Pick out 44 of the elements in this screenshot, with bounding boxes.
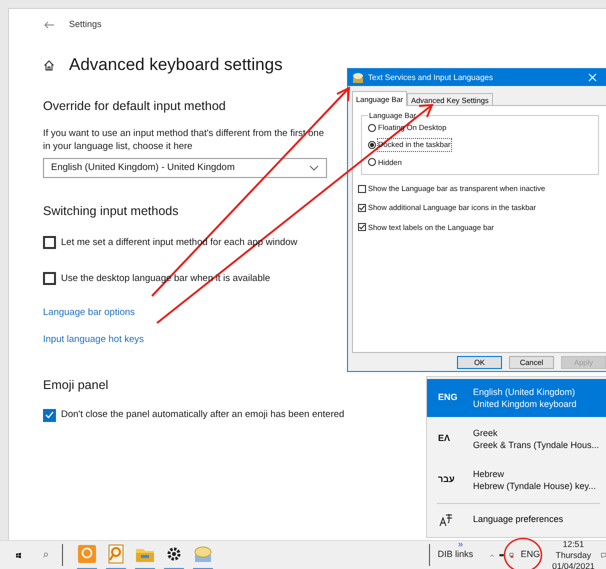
clock[interactable]: 12:51 Thursday 01/04/2021 [552, 538, 595, 569]
language-code: EΛ [437, 432, 452, 446]
magnifier-document-icon[interactable] [106, 544, 126, 564]
checkbox[interactable] [358, 184, 366, 193]
checkbox[interactable] [43, 272, 56, 286]
checkbox[interactable] [358, 204, 366, 212]
keyboard-name: Greek & Trans (Tyndale Hous... [473, 439, 600, 451]
language-code: עבר [437, 473, 456, 486]
language-code: ENG [437, 391, 459, 404]
link[interactable]: Language bar options [43, 307, 135, 318]
chevron-down-icon [309, 164, 319, 171]
page-title: Advanced keyboard settings [69, 54, 283, 76]
checkbox[interactable] [43, 408, 56, 422]
section-heading: Switching input methods [43, 202, 178, 220]
section-heading: Override for default input method [43, 98, 226, 115]
chevron-up-icon[interactable] [490, 552, 494, 558]
back-arrow-icon[interactable] [43, 20, 55, 30]
checkbox[interactable] [43, 236, 56, 250]
clock-day: Thursday [556, 550, 592, 561]
radio-button[interactable] [368, 124, 376, 132]
clock-time: 12:51 [562, 539, 584, 550]
radio-button[interactable] [368, 140, 376, 149]
link[interactable]: Input language hot keys [43, 334, 144, 346]
language-bar-app-icon [352, 72, 364, 84]
keyboard-name: Hebrew (Tyndale House) key... [473, 480, 596, 492]
link[interactable]: Language preferences [473, 513, 564, 527]
checkbox[interactable] [358, 223, 366, 232]
clock-date: 01/04/2021 [552, 561, 595, 569]
window-title: Settings [69, 18, 102, 32]
language-name: English (United Kingdom) [473, 386, 576, 398]
language-item[interactable]: ENG English (United Kingdom) United Kingdom keyboard [427, 379, 606, 417]
language-name: Greek [473, 427, 499, 439]
close-icon[interactable] [588, 73, 597, 82]
keyboard-name: United Kingdom keyboard [473, 398, 577, 410]
dropdown[interactable]: English (United Kingdom) - United Kingdom [43, 158, 327, 178]
language-icon [439, 513, 453, 527]
radio-button[interactable] [368, 158, 376, 166]
dialog-title: Text Services and Input Languages [368, 72, 494, 84]
home-icon[interactable] [43, 59, 55, 71]
description-text: If you want to use an input method that's different from the first one in your language list, choose it here [43, 126, 325, 153]
section-heading: Emoji panel [43, 376, 108, 394]
language-item[interactable]: EΛ Greek Greek & Trans (Tyndale Hous... [427, 420, 606, 458]
checkbox-label: Don't close the panel automatically after an emoji has been entered [61, 408, 344, 422]
language-name: Hebrew [473, 468, 506, 480]
